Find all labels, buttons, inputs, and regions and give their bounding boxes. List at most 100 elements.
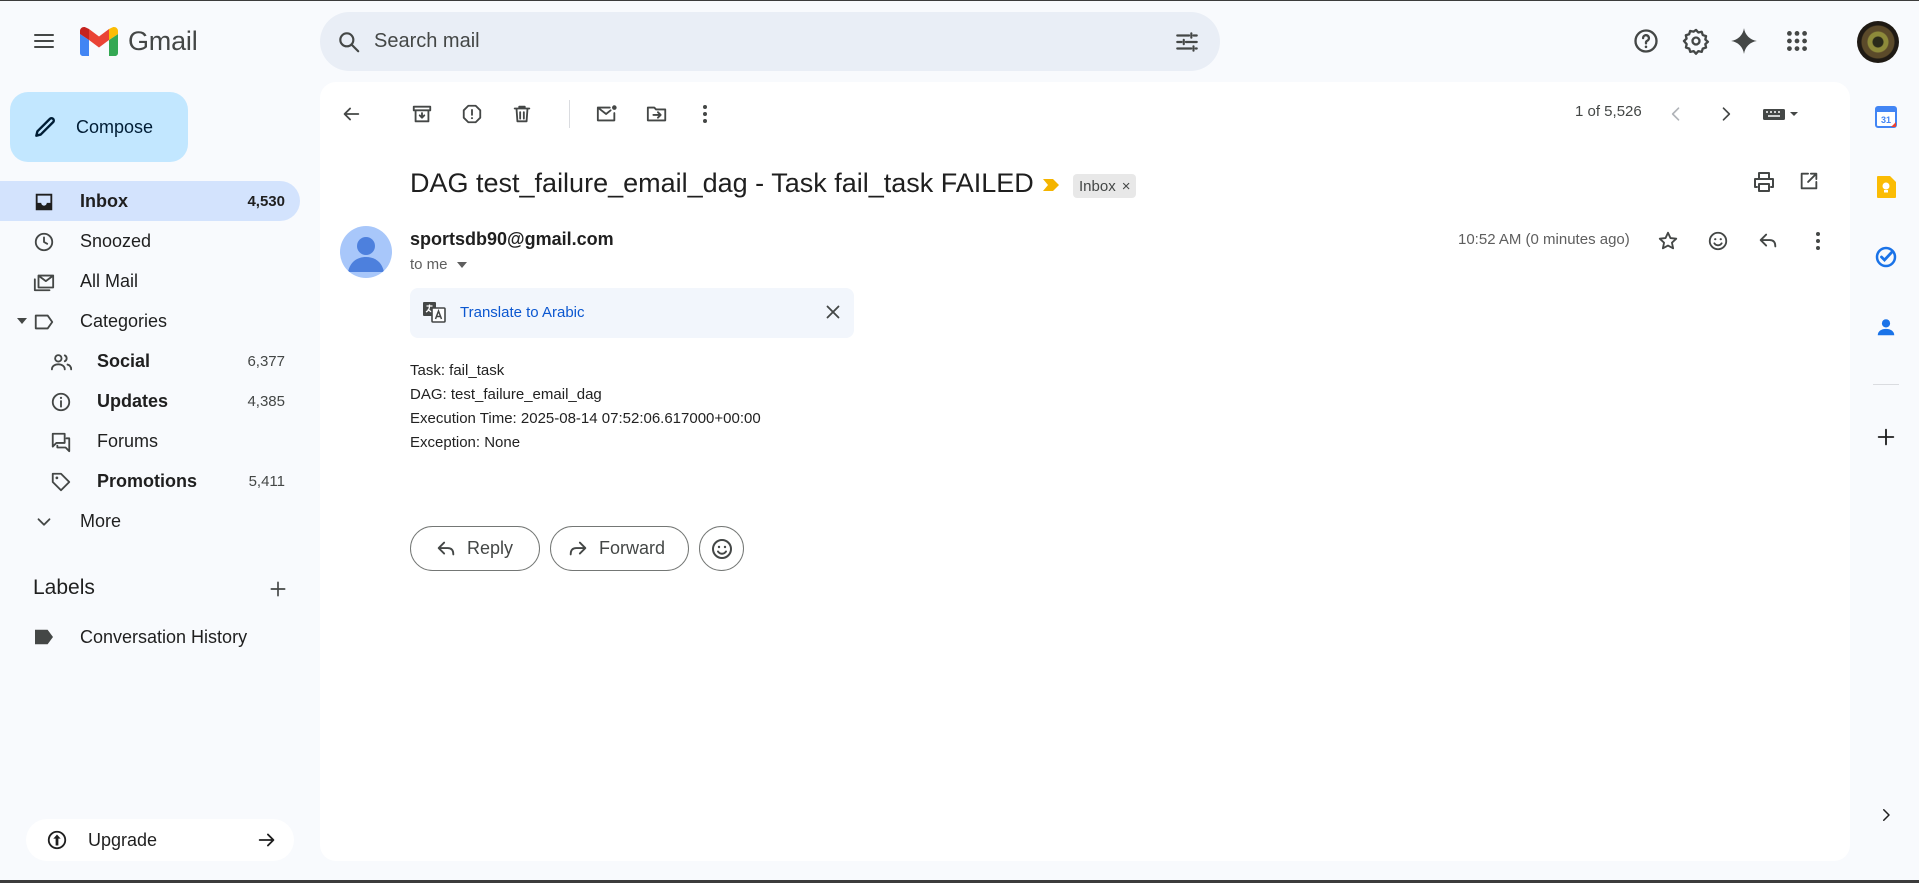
help-icon[interactable] (1626, 21, 1666, 61)
chip-label: Inbox (1079, 177, 1116, 195)
main-menu-icon[interactable] (24, 21, 64, 61)
forum-icon (50, 431, 72, 453)
translate-bar: Translate to Arabic (410, 288, 854, 338)
upgrade-label: Upgrade (88, 830, 158, 850)
sidebar-item-promotions[interactable]: Promotions 5,411 (0, 461, 300, 501)
add-label-icon[interactable] (264, 575, 292, 603)
open-new-window-icon[interactable] (1798, 170, 1820, 192)
sidebar-item-forums[interactable]: Forums (0, 421, 300, 461)
pencil-icon (32, 114, 58, 140)
sidebar-item-updates[interactable]: Updates 4,385 (0, 381, 300, 421)
forward-icon (569, 541, 587, 555)
search-options-icon[interactable] (1174, 29, 1200, 55)
tag-icon (50, 471, 72, 493)
upgrade-button[interactable]: Upgrade (26, 819, 294, 861)
reply-label: Reply (467, 538, 514, 558)
keep-icon[interactable] (1868, 169, 1904, 205)
sidebar-item-categories[interactable]: Categories (0, 301, 300, 341)
report-spam-icon[interactable] (454, 96, 490, 132)
label-item-conversation-history[interactable]: Conversation History (0, 617, 300, 657)
rail-divider (1873, 384, 1899, 385)
back-arrow-icon[interactable] (333, 96, 369, 132)
search-input[interactable] (374, 22, 1134, 60)
chevron-down-icon (33, 511, 55, 533)
all-mail-icon (33, 271, 55, 293)
recipients-toggle[interactable]: to me (410, 256, 468, 273)
caret-down-icon[interactable] (16, 317, 28, 325)
gmail-logo[interactable]: Gmail (80, 23, 198, 59)
account-avatar[interactable] (1857, 21, 1899, 63)
calendar-icon[interactable]: 31 (1868, 99, 1904, 135)
archive-icon[interactable] (404, 96, 440, 132)
print-icon[interactable] (1752, 170, 1776, 194)
sender-email[interactable]: sportsdb90@gmail.com (410, 229, 614, 250)
sidebar-item-label: Categories (80, 310, 168, 331)
sidebar-item-label: Inbox (80, 190, 128, 211)
keyboard-input-icon[interactable] (1756, 96, 1806, 132)
people-icon (50, 351, 74, 373)
remove-label-icon[interactable]: × (1122, 178, 1131, 195)
compose-button[interactable]: Compose (10, 92, 188, 162)
important-marker-icon[interactable] (1042, 178, 1060, 192)
unread-count: 5,411 (248, 472, 285, 490)
sidebar-item-label: Social (97, 350, 151, 371)
sidebar-item-label: Snoozed (80, 230, 152, 251)
reply-icon (437, 541, 455, 555)
contacts-icon[interactable] (1868, 309, 1904, 345)
settings-gear-icon[interactable] (1676, 21, 1716, 61)
label-filled-icon (33, 628, 55, 646)
sidebar-nav: Inbox 4,530 Snoozed All Mail Categories … (0, 181, 300, 541)
search-icon[interactable] (336, 29, 362, 55)
delete-trash-icon[interactable] (504, 96, 540, 132)
sidebar-item-label: All Mail (80, 270, 139, 291)
add-addon-plus-icon[interactable] (1868, 419, 1904, 455)
translate-link[interactable]: Translate to Arabic (460, 304, 585, 321)
move-to-folder-icon[interactable] (639, 96, 675, 132)
tasks-icon[interactable] (1868, 239, 1904, 275)
calendar-day: 31 (1881, 115, 1891, 125)
sidebar-item-label: Forums (97, 430, 159, 451)
star-icon[interactable] (1650, 223, 1686, 259)
sidebar-item-social[interactable]: Social 6,377 (0, 341, 300, 381)
unread-count: 4,385 (247, 392, 285, 410)
reply-button[interactable]: Reply (410, 526, 540, 571)
body-line: Exception: None (410, 434, 521, 451)
labels-heading: Labels (33, 576, 95, 599)
add-reaction-icon[interactable] (1700, 223, 1736, 259)
email-body: Task: fail_task DAG: test_failure_email_… (410, 359, 761, 455)
toolbar-divider (569, 100, 570, 128)
email-subject: DAG test_failure_email_dag - Task fail_t… (410, 168, 1034, 198)
sidebar-item-inbox[interactable]: Inbox 4,530 (0, 181, 300, 221)
older-chevron-right-icon[interactable] (1708, 96, 1744, 132)
body-line: DAG: test_failure_email_dag (410, 386, 602, 403)
more-vert-icon[interactable] (1800, 223, 1836, 259)
label-item-text: Conversation History (80, 627, 248, 647)
forward-button[interactable]: Forward (550, 526, 689, 571)
forward-label: Forward (599, 538, 666, 558)
unread-count: 6,377 (247, 352, 285, 370)
close-icon[interactable] (822, 301, 844, 323)
arrow-right-icon (256, 829, 278, 851)
sidebar-item-all-mail[interactable]: All Mail (0, 261, 300, 301)
sidebar-item-label: Updates (97, 390, 169, 411)
newer-chevron-left-icon[interactable] (1658, 96, 1694, 132)
inbox-label-chip: Inbox × (1073, 174, 1137, 198)
upgrade-circle-icon (46, 829, 68, 851)
reply-icon[interactable] (1750, 223, 1786, 259)
app-name: Gmail (128, 25, 198, 56)
sidebar-item-snoozed[interactable]: Snoozed (0, 221, 300, 261)
expand-panel-chevron-icon[interactable] (1868, 797, 1904, 833)
apps-grid-icon[interactable] (1777, 21, 1817, 61)
search-bar[interactable] (320, 12, 1220, 71)
gemini-sparkle-icon[interactable] (1724, 21, 1764, 61)
more-vert-icon[interactable] (687, 96, 723, 132)
label-outline-icon (33, 311, 55, 333)
sender-avatar[interactable] (340, 226, 392, 278)
top-bar: Gmail (0, 1, 1919, 81)
message-view: 1 of 5,526 DAG test_failure_email_dag - … (320, 82, 1850, 861)
translate-icon (422, 300, 446, 324)
sidebar-item-label: Promotions (97, 470, 198, 491)
emoji-reaction-button[interactable] (699, 526, 744, 571)
mark-unread-icon[interactable] (589, 96, 625, 132)
sidebar-item-more[interactable]: More (0, 501, 300, 541)
